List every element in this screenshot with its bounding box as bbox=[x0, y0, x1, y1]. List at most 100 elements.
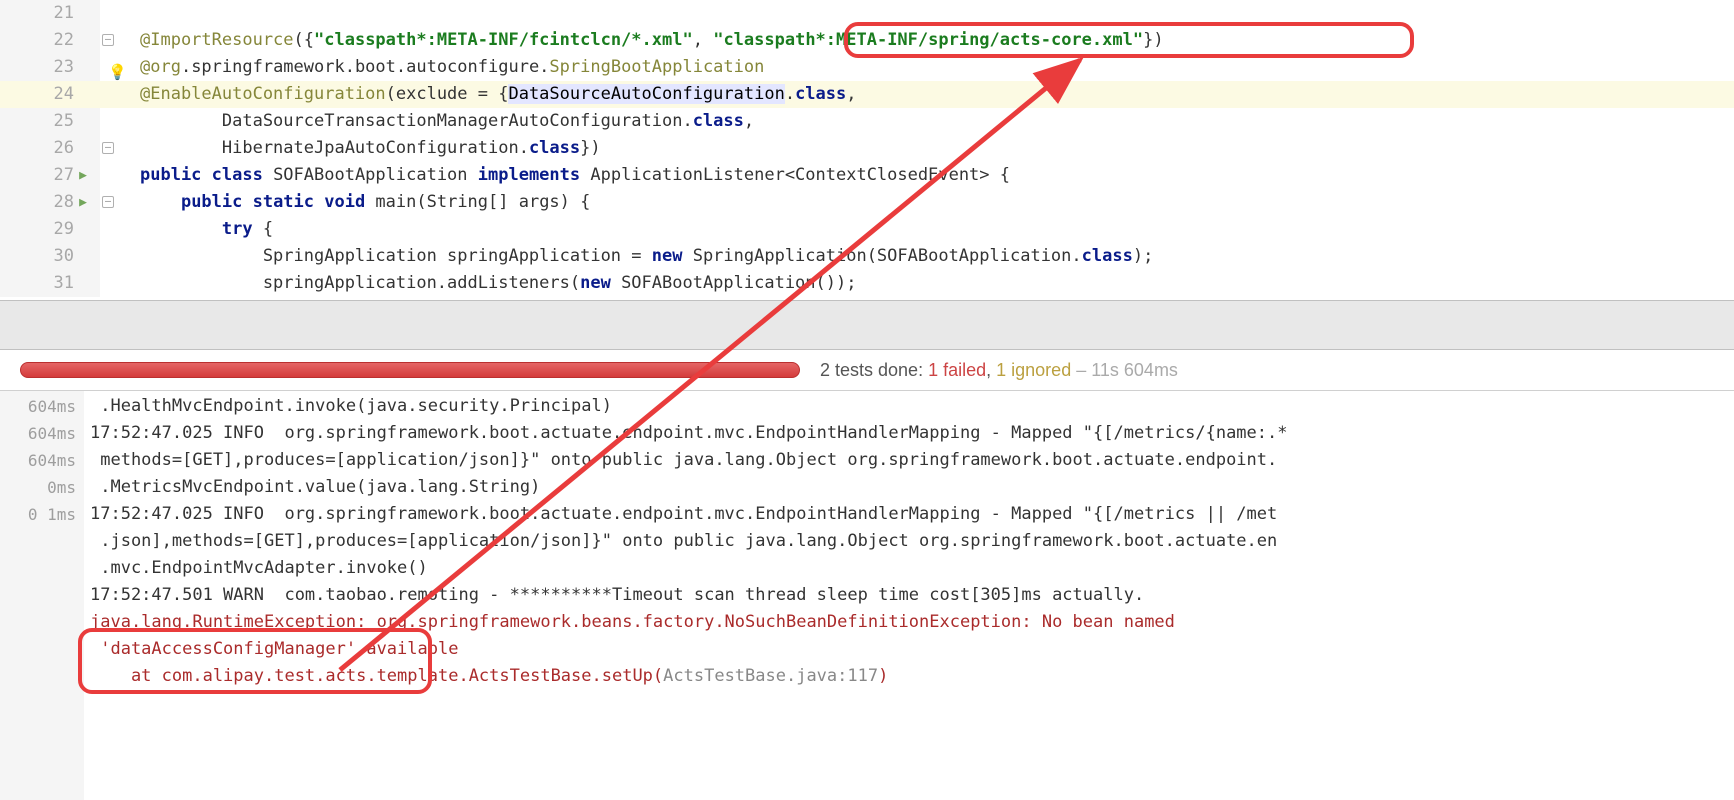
code-content[interactable]: HibernateJpaAutoConfiguration.class}) bbox=[140, 135, 1734, 162]
fold-toggle-icon[interactable]: – bbox=[102, 34, 114, 46]
test-time: 604ms bbox=[0, 420, 84, 447]
console-line[interactable]: .json],methods=[GET],produces=[applicati… bbox=[90, 528, 1728, 555]
console-output[interactable]: .HealthMvcEndpoint.invoke(java.security.… bbox=[84, 391, 1734, 800]
marker-area bbox=[100, 216, 140, 243]
console-line[interactable]: 17:52:47.025 INFO org.springframework.bo… bbox=[90, 501, 1728, 528]
code-token: { bbox=[263, 219, 273, 239]
code-content[interactable]: SpringApplication springApplication = ne… bbox=[140, 243, 1734, 270]
line-gutter[interactable]: 25 bbox=[0, 108, 100, 135]
code-line[interactable]: 21 bbox=[0, 0, 1734, 27]
test-time: 0ms bbox=[0, 474, 84, 501]
code-content[interactable]: @EnableAutoConfiguration(exclude = {Data… bbox=[140, 81, 1734, 108]
line-number: 30 bbox=[46, 243, 74, 270]
code-editor[interactable]: 2122–@ImportResource({"classpath*:META-I… bbox=[0, 0, 1734, 300]
code-line[interactable]: 22– @ImportResource({"classpath*:META-INF… bbox=[0, 27, 1734, 54]
line-gutter[interactable]: 24 bbox=[0, 81, 100, 108]
code-token: @EnableAutoConfiguration bbox=[140, 84, 386, 104]
fold-toggle-icon[interactable]: – bbox=[102, 142, 114, 154]
code-line[interactable]: 28▶– public static void main(String[] ar… bbox=[0, 189, 1734, 216]
code-token: class bbox=[1082, 246, 1133, 266]
code-content[interactable]: try { bbox=[140, 216, 1734, 243]
code-line[interactable]: 26 – HibernateJpaAutoConfiguration.class}… bbox=[0, 135, 1734, 162]
code-token: "classpath*:META-INF/fcintclcn/*.xml" bbox=[314, 30, 693, 50]
panel-splitter[interactable] bbox=[0, 300, 1734, 350]
console-line[interactable]: methods=[GET],produces=[application/json… bbox=[90, 447, 1728, 474]
line-gutter[interactable]: 23 bbox=[0, 54, 100, 81]
sep: , bbox=[986, 360, 996, 380]
line-gutter[interactable]: 27▶ bbox=[0, 162, 100, 189]
line-gutter[interactable]: 21 bbox=[0, 0, 100, 27]
code-token: "classpath*:META-INF/spring/acts-core.xm… bbox=[713, 30, 1143, 50]
code-line[interactable]: 24 @EnableAutoConfiguration(exclude = {Da… bbox=[0, 81, 1734, 108]
marker-area bbox=[100, 0, 140, 27]
line-number: 27 bbox=[46, 162, 74, 189]
line-gutter[interactable]: 28▶ bbox=[0, 189, 100, 216]
code-content[interactable]: @org.springframework.boot.autoconfigure.… bbox=[140, 54, 1734, 81]
code-token: (exclude = { bbox=[386, 84, 509, 104]
console-line[interactable]: java.lang.RuntimeException: org.springfr… bbox=[90, 609, 1728, 636]
code-token: implements bbox=[478, 165, 591, 185]
console-line[interactable]: at com.alipay.test.acts.template.ActsTes… bbox=[90, 663, 1728, 690]
code-token: try bbox=[222, 219, 263, 239]
console-line[interactable]: 17:52:47.501 WARN com.taobao.remoting - … bbox=[90, 582, 1728, 609]
ignored-count[interactable]: 1 ignored bbox=[996, 360, 1071, 380]
marker-area bbox=[100, 243, 140, 270]
code-token: DataSourceAutoConfiguration bbox=[508, 84, 784, 104]
line-gutter[interactable]: 26 bbox=[0, 135, 100, 162]
code-token: new bbox=[652, 246, 693, 266]
code-token: , bbox=[846, 84, 856, 104]
code-token: SOFABootApplication bbox=[273, 165, 478, 185]
console-line[interactable]: .MetricsMvcEndpoint.value(java.lang.Stri… bbox=[90, 474, 1728, 501]
marker-area bbox=[100, 81, 140, 108]
console-line[interactable]: 17:52:47.025 INFO org.springframework.bo… bbox=[90, 420, 1728, 447]
code-token: springApplication.addListeners( bbox=[140, 273, 580, 293]
marker-area: 💡 bbox=[100, 54, 140, 81]
code-token: SpringApplication springApplication = bbox=[140, 246, 652, 266]
test-status-bar: 2 tests done: 1 failed, 1 ignored – 11s … bbox=[0, 350, 1734, 390]
failed-count[interactable]: 1 failed bbox=[928, 360, 986, 380]
line-number: 31 bbox=[46, 270, 74, 297]
line-gutter[interactable]: 29 bbox=[0, 216, 100, 243]
console-line[interactable]: .mvc.EndpointMvcAdapter.invoke() bbox=[90, 555, 1728, 582]
line-gutter[interactable]: 30 bbox=[0, 243, 100, 270]
code-token: (String[] args) { bbox=[416, 192, 590, 212]
console-panel[interactable]: 604ms604ms604ms0ms0 1ms .HealthMvcEndpoi… bbox=[0, 390, 1734, 800]
code-token: SpringApplication(SOFABootApplication. bbox=[693, 246, 1082, 266]
line-number: 24 bbox=[46, 81, 74, 108]
code-token: @ImportResource bbox=[140, 30, 294, 50]
line-number: 26 bbox=[46, 135, 74, 162]
run-gutter-icon[interactable]: ▶ bbox=[74, 162, 92, 189]
code-content[interactable] bbox=[140, 0, 1734, 27]
code-token: }) bbox=[580, 138, 600, 158]
line-number: 28 bbox=[46, 189, 74, 216]
code-token: HibernateJpaAutoConfiguration. bbox=[140, 138, 529, 158]
code-line[interactable]: 29 try { bbox=[0, 216, 1734, 243]
line-gutter[interactable]: 22 bbox=[0, 27, 100, 54]
run-gutter-icon[interactable]: ▶ bbox=[74, 189, 92, 216]
code-content[interactable]: @ImportResource({"classpath*:META-INF/fc… bbox=[140, 27, 1734, 54]
code-token: class bbox=[795, 84, 846, 104]
code-token: public class bbox=[140, 165, 273, 185]
stack-link[interactable]: ActsTestBase.java:117 bbox=[663, 666, 878, 686]
code-token: main bbox=[375, 192, 416, 212]
line-gutter[interactable]: 31 bbox=[0, 270, 100, 297]
code-line[interactable]: 27▶ public class SOFABootApplication impl… bbox=[0, 162, 1734, 189]
console-line[interactable]: 'dataAccessConfigManager' available bbox=[90, 636, 1728, 663]
code-line[interactable]: 25 DataSourceTransactionManagerAutoConfi… bbox=[0, 108, 1734, 135]
code-token: SOFABootApplication()); bbox=[621, 273, 856, 293]
code-token: , bbox=[744, 111, 754, 131]
code-line[interactable]: 23💡@org.springframework.boot.autoconfigu… bbox=[0, 54, 1734, 81]
code-content[interactable]: DataSourceTransactionManagerAutoConfigur… bbox=[140, 108, 1734, 135]
code-line[interactable]: 30 SpringApplication springApplication =… bbox=[0, 243, 1734, 270]
code-content[interactable]: springApplication.addListeners(new SOFAB… bbox=[140, 270, 1734, 297]
code-content[interactable]: public class SOFABootApplication impleme… bbox=[140, 162, 1734, 189]
fold-toggle-icon[interactable]: – bbox=[102, 196, 114, 208]
code-content[interactable]: public static void main(String[] args) { bbox=[140, 189, 1734, 216]
code-token bbox=[140, 192, 181, 212]
console-line[interactable]: .HealthMvcEndpoint.invoke(java.security.… bbox=[90, 393, 1728, 420]
marker-area: – bbox=[100, 27, 140, 54]
code-line[interactable]: 31 springApplication.addListeners(new SO… bbox=[0, 270, 1734, 297]
code-token: public static void bbox=[181, 192, 375, 212]
test-status-text: 2 tests done: 1 failed, 1 ignored – 11s … bbox=[820, 360, 1178, 381]
test-time: 604ms bbox=[0, 447, 84, 474]
